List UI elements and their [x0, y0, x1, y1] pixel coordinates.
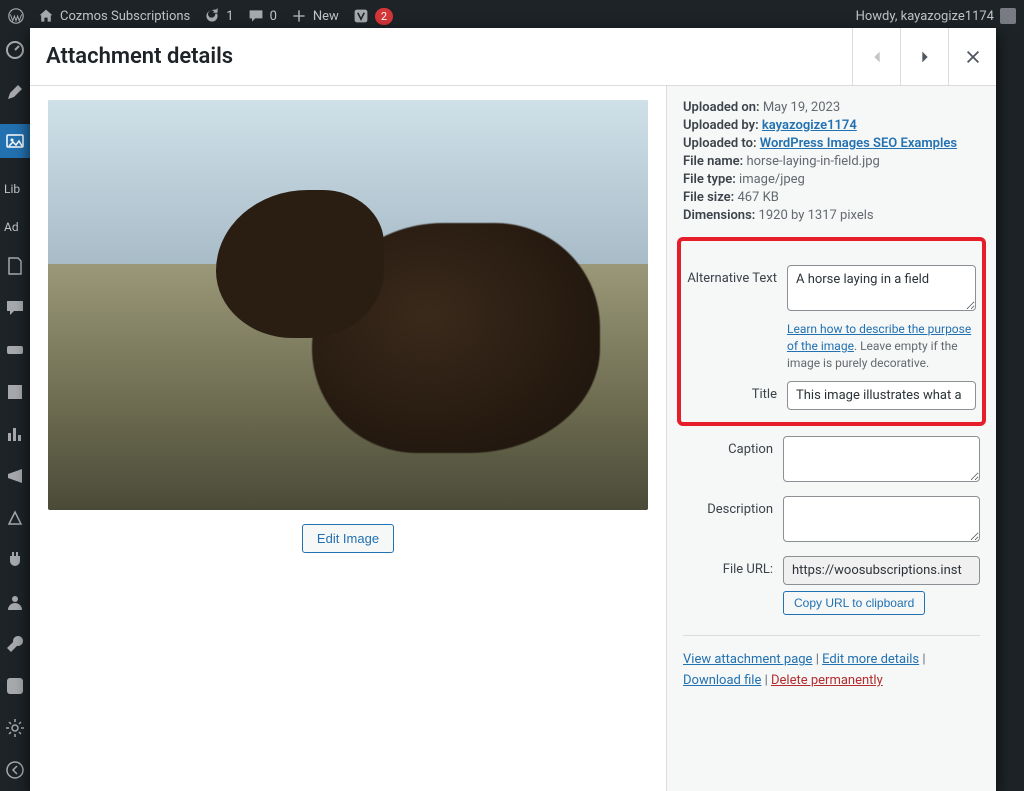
uploaded-on-value: May 19, 2023 [763, 100, 840, 115]
edit-image-button[interactable]: Edit Image [302, 524, 394, 553]
sidebar-users-icon[interactable] [5, 592, 25, 612]
uploaded-to-label: Uploaded to: [683, 136, 757, 151]
refresh-icon [204, 8, 220, 24]
alt-text-input[interactable]: A horse laying in a field [787, 265, 976, 311]
sidebar-analytics-icon[interactable] [5, 424, 25, 444]
close-button[interactable] [948, 28, 996, 85]
uploaded-on-label: Uploaded on: [683, 100, 760, 115]
sidebar-collapse-icon[interactable] [5, 760, 25, 780]
new-link[interactable]: New [291, 8, 339, 24]
sidebar-woo-icon[interactable] [5, 340, 25, 360]
sidebar-pages-icon[interactable] [5, 256, 25, 276]
download-file-link[interactable]: Download file [683, 673, 761, 688]
filetype-value: image/jpeg [739, 172, 805, 187]
comments-link[interactable]: 0 [248, 8, 277, 24]
sidebar-posts-icon[interactable] [5, 82, 25, 102]
dimensions-label: Dimensions: [683, 208, 755, 223]
uploaded-by-link[interactable]: kayazogize1174 [762, 118, 857, 133]
sidebar-products-icon[interactable] [5, 382, 25, 402]
plus-icon [291, 8, 307, 24]
sidebar-tools-icon[interactable] [5, 634, 25, 654]
site-name-link[interactable]: Cozmos Subscriptions [38, 8, 190, 24]
filename-value: horse-laying-in-field.jpg [746, 154, 879, 169]
howdy-text: Howdy, kayazogize1174 [856, 9, 994, 24]
attachment-preview-image [48, 100, 648, 510]
caption-input[interactable] [783, 436, 980, 482]
description-label: Description [683, 496, 783, 546]
sidebar-plugins-icon[interactable] [5, 550, 25, 570]
updates-link[interactable]: 1 [204, 8, 233, 24]
file-url-label: File URL: [683, 556, 783, 615]
view-attachment-page-link[interactable]: View attachment page [683, 652, 812, 667]
edit-more-details-link[interactable]: Edit more details [822, 652, 919, 667]
sidebar-marketing-icon[interactable] [5, 466, 25, 486]
yoast-icon [353, 8, 369, 24]
new-label: New [313, 9, 339, 24]
file-url-input[interactable] [783, 556, 980, 585]
updates-count: 1 [226, 9, 233, 24]
yoast-count: 2 [375, 8, 393, 25]
delete-permanently-link[interactable]: Delete permanently [771, 673, 883, 688]
comments-count: 0 [270, 9, 277, 24]
yoast-link[interactable]: 2 [353, 8, 393, 25]
filetype-label: File type: [683, 172, 736, 187]
filesize-value: 467 KB [737, 190, 778, 205]
admin-sidebar: Lib Ad [0, 32, 30, 791]
alt-text-label: Alternative Text [687, 265, 787, 371]
site-name: Cozmos Subscriptions [60, 9, 190, 24]
sidebar-yoast-icon[interactable] [5, 676, 25, 696]
highlight-annotation: Alternative Text A horse laying in a fie… [677, 237, 986, 426]
modal-title: Attachment details [30, 44, 233, 69]
attachment-modal: Attachment details Edit Image Uploaded o… [30, 28, 996, 791]
sidebar-appearance-icon[interactable] [5, 508, 25, 528]
uploaded-to-link[interactable]: WordPress Images SEO Examples [760, 136, 957, 151]
copy-url-button[interactable]: Copy URL to clipboard [783, 591, 925, 615]
title-input[interactable] [787, 381, 976, 410]
sidebar-dashboard-icon[interactable] [5, 40, 25, 60]
wp-logo-icon[interactable] [8, 8, 24, 24]
sidebar-addnew-label[interactable]: Ad [0, 218, 19, 234]
sidebar-library-label[interactable]: Lib [0, 180, 20, 196]
caption-label: Caption [683, 436, 783, 486]
sidebar-media-icon[interactable] [0, 124, 30, 158]
filesize-label: File size: [683, 190, 734, 205]
howdy-link[interactable]: Howdy, kayazogize1174 [856, 8, 1016, 24]
filename-label: File name: [683, 154, 743, 169]
sidebar-settings-icon[interactable] [5, 718, 25, 738]
next-button[interactable] [900, 28, 948, 85]
dimensions-value: 1920 by 1317 pixels [759, 208, 874, 223]
title-label: Title [687, 381, 787, 410]
comment-icon [248, 8, 264, 24]
uploaded-by-label: Uploaded by: [683, 118, 759, 133]
sidebar-comments-icon[interactable] [5, 298, 25, 318]
home-icon [38, 8, 54, 24]
avatar [1000, 8, 1016, 24]
description-input[interactable] [783, 496, 980, 542]
prev-button [852, 28, 900, 85]
